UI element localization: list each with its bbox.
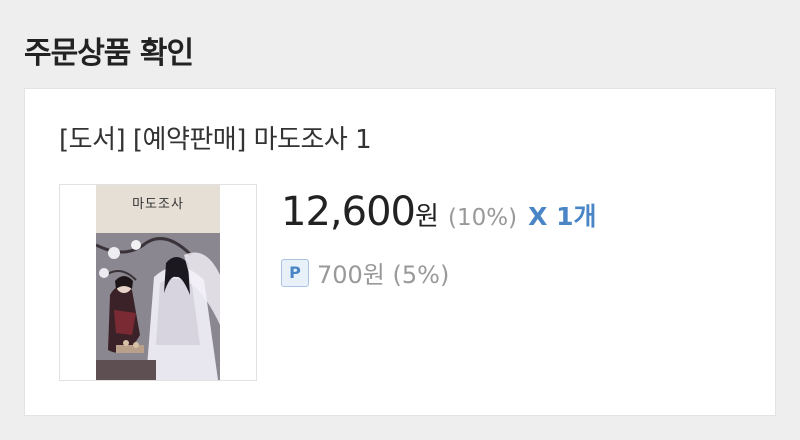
cover-title-text: 마도조사 — [132, 197, 184, 212]
price-line: 12,600원 (10%) X 1개 — [281, 189, 597, 235]
sale-price: 12,600 — [281, 189, 416, 235]
book-cover-image: 마도조사 — [96, 185, 220, 380]
order-item-card: [도서] [예약판매] 마도조사 1 마도조사 12,600원 (10%) X … — [24, 88, 776, 416]
points-badge-icon: P — [281, 258, 309, 287]
quantity-label: X 1개 — [528, 202, 597, 231]
product-title[interactable]: [도서] [예약판매] 마도조사 1 — [59, 119, 372, 156]
reward-points: 700원 (5%) — [317, 261, 450, 289]
points-line: P 700원 (5%) — [281, 255, 449, 290]
product-thumbnail[interactable]: 마도조사 — [59, 184, 257, 381]
section-title: 주문상품 확인 — [24, 36, 194, 71]
discount-rate: (10%) — [447, 205, 518, 231]
price-currency: 원 — [414, 202, 439, 232]
cover-illustration — [96, 185, 220, 380]
